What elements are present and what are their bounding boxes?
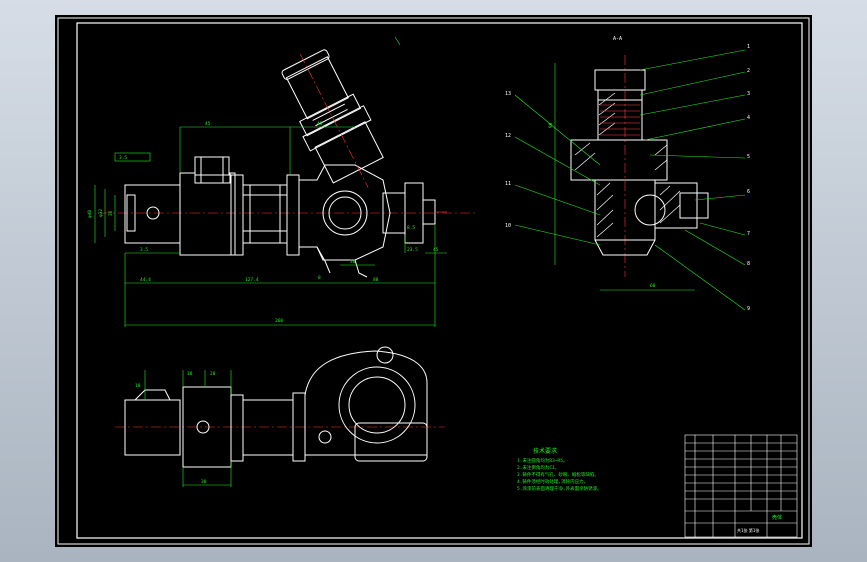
dim-bottom-a: 44.4 (140, 277, 151, 283)
front-dim-texts: 45 45 φ40 φ32 36 3.5 44.4 127.4 88 260 8… (87, 121, 439, 324)
note-3: 3.铸件不得有气孔、砂眼、缩松等缺陷。 (517, 471, 599, 478)
drawing-sheet: 45 45 φ40 φ32 36 3.5 44.4 127.4 88 260 8… (55, 15, 812, 547)
dim-mid-a: 8 (318, 275, 321, 281)
section-label: A-A (613, 36, 622, 42)
technical-notes: 技术要求 1.未注圆角均为R3~R5。 2.未注倒角均为C1。 3.铸件不得有气… (517, 447, 602, 492)
balloon-13: 13 (505, 91, 511, 97)
top-dim-texts: 18 20 18 30 (135, 371, 216, 485)
dim-top-view-b: 20 (210, 371, 216, 377)
cad-viewer: 45 45 φ40 φ32 36 3.5 44.4 127.4 88 260 8… (0, 0, 867, 562)
dim-left-c: 36 (108, 210, 114, 216)
inner-border (76, 22, 803, 539)
balloon-1: 1 (747, 44, 750, 50)
dim-small-b: 3.5 (119, 155, 127, 161)
note-2: 2.未注倒角均为C1。 (517, 464, 559, 471)
dim-top-b: 45 (317, 121, 323, 127)
balloon-10: 10 (505, 223, 511, 229)
dim-mid-b: 30 (350, 259, 356, 265)
dim-top-view-a: 18 (187, 371, 193, 377)
dim-top-a: 45 (205, 121, 211, 127)
dim-left-a: φ40 (87, 210, 93, 218)
balloon-4: 4 (747, 115, 750, 121)
notes-title: 技术要求 (533, 447, 557, 455)
balloon-6: 6 (747, 189, 750, 195)
note-4: 4.铸件须经时效处理,消除内应力。 (517, 478, 588, 485)
balloon-8: 8 (747, 261, 750, 267)
title-part-name: 壳体 (772, 514, 782, 521)
balloon-9: 9 (747, 306, 750, 312)
dim-right-b: 23.5 (407, 247, 418, 253)
balloon-12: 12 (505, 133, 511, 139)
note-5: 5.涂漆前表面清理干净,外表面涂防锈漆。 (517, 485, 602, 492)
balloon-2: 2 (747, 68, 750, 74)
dim-section-width: 60 (650, 283, 656, 289)
balloon-5: 5 (747, 154, 750, 160)
front-dimensions (94, 36, 447, 327)
top-view (115, 346, 445, 468)
top-dimensions (144, 370, 232, 487)
title-block (684, 434, 798, 538)
title-sheet: 共1张 第1张 (737, 527, 759, 533)
front-view (100, 49, 475, 278)
dim-bottom-b: 127.4 (245, 277, 259, 283)
note-1: 1.未注圆角均为R3~R5。 (517, 457, 567, 464)
dim-section-height: 90 (548, 122, 554, 128)
section-view (570, 55, 709, 277)
balloon-11: 11 (505, 181, 511, 187)
balloon-7: 7 (747, 231, 750, 237)
dim-small-a: 3.5 (140, 247, 148, 253)
dim-right-a: 8.5 (407, 225, 415, 231)
section-balloons: 1 2 3 4 5 6 7 8 9 10 11 12 13 A-A 90 60 (505, 36, 750, 312)
dim-left-b: φ32 (98, 209, 104, 217)
drawing-canvas: 45 45 φ40 φ32 36 3.5 44.4 127.4 88 260 8… (57, 17, 810, 545)
balloon-3: 3 (747, 91, 750, 97)
outer-border (57, 17, 810, 545)
dim-top-view-c: 18 (135, 383, 141, 389)
title-block-text: 壳体 共1张 第1张 (737, 514, 782, 533)
dim-overall: 260 (275, 318, 283, 324)
dim-bottom-c: 88 (373, 277, 379, 283)
dim-top-view-d: 30 (201, 479, 207, 485)
dim-right-c: 45 (433, 247, 439, 253)
